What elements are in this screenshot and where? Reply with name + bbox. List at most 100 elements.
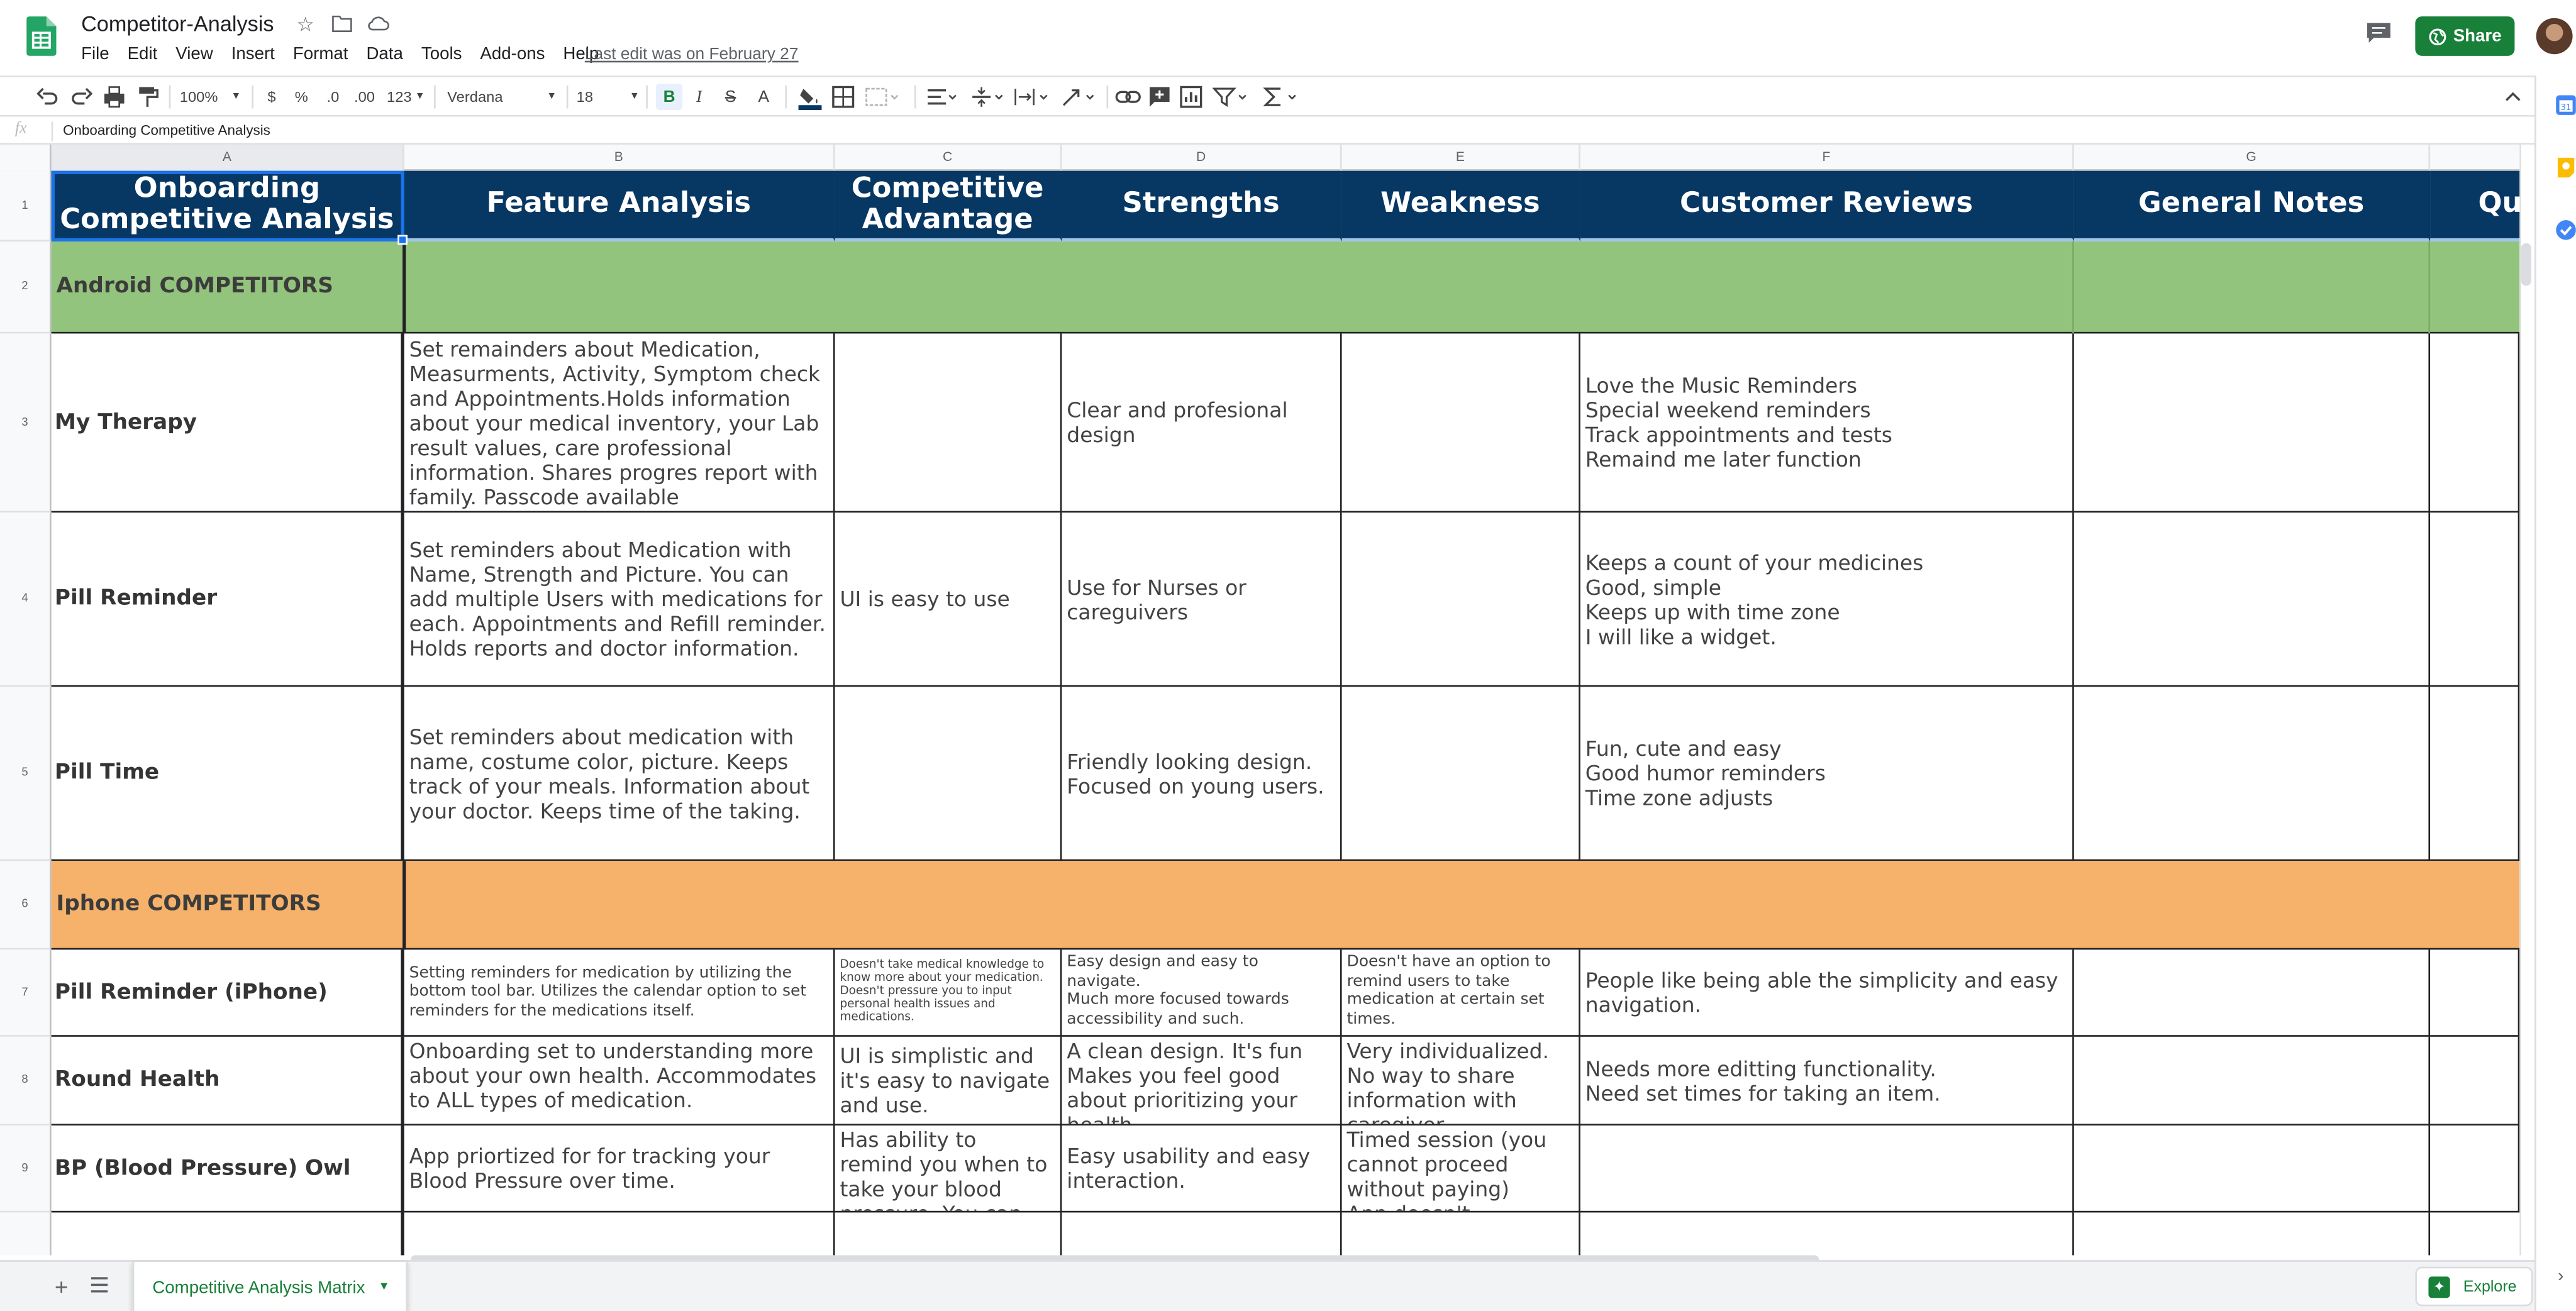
strengths-cell[interactable]: Use for Nurses or careguivers [1062,512,1342,687]
competitor-name-cell[interactable]: BP (Blood Pressure) Owl [51,1125,404,1213]
fill-handle[interactable] [397,235,408,245]
feature-cell[interactable]: App priortized for for tracking your Blo… [404,1125,835,1213]
insert-chart-icon[interactable] [1179,84,1202,110]
strengths-cell[interactable]: A clean design. It's fun Makes you feel … [1062,1036,1342,1126]
cloud-status-icon[interactable] [366,13,389,36]
weakness-cell[interactable]: Very individualized. No way to share inf… [1341,1036,1580,1126]
competitor-name-cell[interactable]: Round Health [51,1036,404,1126]
weakness-cell[interactable] [1341,687,1580,861]
weakness-cell[interactable]: Doesn't have an option to remind users t… [1341,949,1580,1037]
reviews-cell[interactable]: Love the Music Reminders Special weekend… [1580,333,2074,513]
empty-cell[interactable] [2430,333,2520,513]
weakness-cell[interactable] [1341,512,1580,687]
notes-cell[interactable] [2074,1125,2431,1213]
weakness-cell[interactable] [1341,333,1580,513]
collapse-toolbar-icon[interactable] [2501,84,2524,110]
advantage-cell[interactable] [835,333,1062,513]
row-header-4[interactable]: 4 [0,512,52,687]
advantage-cell[interactable] [835,687,1062,861]
empty-cell[interactable] [2430,949,2520,1037]
empty-cell[interactable] [1580,1212,2074,1256]
empty-cell[interactable] [2074,1212,2431,1256]
add-sheet-button[interactable]: + [55,1273,69,1300]
menu-tools[interactable]: Tools [421,45,462,64]
strengths-cell[interactable]: Easy design and easy to navigate. Much m… [1062,949,1342,1037]
column-header-a[interactable]: A [51,144,404,171]
notes-cell[interactable] [2074,1036,2431,1126]
notes-cell[interactable] [2074,687,2431,861]
advantage-cell[interactable]: UI is easy to use [835,512,1062,687]
font-size-select[interactable]: 18 ▼ [577,84,640,110]
header-cell-h[interactable]: Qu [2430,170,2535,242]
select-all-corner[interactable] [0,144,52,171]
feature-cell[interactable]: Set remainders about Medication, Measurm… [404,333,835,513]
advantage-cell[interactable]: Doesn't take medical knowledge to know m… [835,949,1062,1037]
font-family-select[interactable]: Verdana ▼ [447,84,557,110]
competitor-name-cell[interactable]: Pill Reminder [51,512,404,687]
row-header-5[interactable]: 5 [0,687,52,861]
column-header-g[interactable]: G [2074,144,2431,171]
header-cell-strengths[interactable]: Strengths [1062,170,1342,242]
row-header-3[interactable]: 3 [0,333,52,513]
menu-insert[interactable]: Insert [231,45,275,64]
column-header-c[interactable]: C [835,144,1062,171]
insert-link-icon[interactable] [1115,84,1141,110]
empty-cell[interactable] [2430,512,2520,687]
more-formats-select[interactable]: 123 ▼ [384,84,427,110]
increase-decimal-button[interactable]: .00 [351,84,377,110]
header-cell-weakness[interactable]: Weakness [1341,170,1580,242]
column-header-h[interactable] [2430,144,2535,171]
vertical-align-icon[interactable] [971,84,1008,110]
menu-view[interactable]: View [175,45,213,64]
row-header-6[interactable]: 6 [0,861,52,950]
empty-cell[interactable] [2430,687,2520,861]
row-header-10[interactable] [0,1212,52,1256]
strengths-cell[interactable]: Easy usability and easy interaction. [1062,1125,1342,1213]
vertical-scroll-thumb[interactable] [2521,243,2531,286]
empty-cell[interactable] [52,1212,404,1256]
menu-format[interactable]: Format [293,45,348,64]
bold-button[interactable]: B [656,84,683,111]
decrease-decimal-button[interactable]: .0 [321,84,345,110]
insert-comment-icon[interactable] [1148,84,1171,110]
column-header-e[interactable]: E [1342,144,1580,171]
paint-format-icon[interactable] [136,84,159,110]
all-sheets-menu-icon[interactable] [89,1275,109,1295]
row-header-2[interactable]: 2 [0,241,52,334]
row-header-9[interactable]: 9 [0,1125,52,1213]
header-cell-customer-reviews[interactable]: Customer Reviews [1580,170,2074,242]
menu-add-ons[interactable]: Add-ons [480,45,545,64]
reviews-cell[interactable]: Needs more editting functionality. Need … [1580,1036,2074,1126]
percent-format-button[interactable]: % [292,84,312,110]
competitor-name-cell[interactable]: Pill Time [51,687,404,861]
calendar-icon[interactable]: 31 [2555,94,2576,117]
feature-cell[interactable]: Onboarding set to understanding more abo… [404,1036,835,1126]
advantage-cell[interactable]: Has ability to remind you when to take y… [835,1125,1062,1213]
header-cell-competitive-advantage[interactable]: Competitive Advantage [835,170,1062,242]
sheets-logo-icon[interactable] [26,16,57,56]
empty-cell[interactable] [1062,1212,1342,1256]
star-icon[interactable]: ☆ [296,13,319,36]
strengths-cell[interactable]: Friendly looking design. Focused on youn… [1062,687,1342,861]
empty-cell[interactable] [404,1212,835,1256]
column-header-b[interactable]: B [404,144,835,171]
menu-file[interactable]: File [81,45,109,64]
reviews-cell[interactable]: Keeps a count of your medicines Good, si… [1580,512,2074,687]
reviews-cell[interactable]: Fun, cute and easy Good humor reminders … [1580,687,2074,861]
borders-icon[interactable] [831,84,855,110]
notes-cell[interactable] [2074,333,2431,513]
currency-format-button[interactable]: $ [262,84,282,110]
feature-cell[interactable]: Set reminders about Medication with Name… [404,512,835,687]
row-header-7[interactable]: 7 [0,949,52,1037]
zoom-select[interactable]: 100% ▼ [179,84,242,110]
advantage-cell[interactable]: UI is simplistic and it's easy to naviga… [835,1036,1062,1126]
empty-cell[interactable] [2430,1036,2520,1126]
undo-icon[interactable] [36,84,60,110]
user-avatar[interactable] [2536,18,2573,55]
filter-icon[interactable] [1213,84,1252,110]
empty-cell[interactable] [835,1212,1062,1256]
functions-icon[interactable] [1262,84,1302,110]
share-button[interactable]: Share [2415,16,2515,56]
iphone-section-label[interactable]: Iphone COMPETITORS [57,892,321,917]
competitor-name-cell[interactable]: Pill Reminder (iPhone) [51,949,404,1037]
